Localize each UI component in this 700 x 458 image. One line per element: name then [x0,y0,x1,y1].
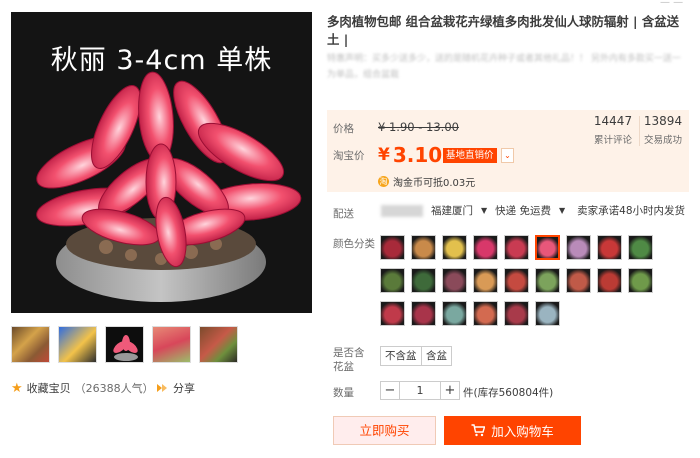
color-label: 颜色分类 [333,238,375,250]
thumbnail-3-image [106,327,143,362]
original-price: ¥ 1.90 - 13.00 [378,120,459,134]
current-price: ¥ 3.10 [378,143,442,167]
coin-value: 0.03元 [443,178,476,189]
share-icon [157,384,167,392]
favorite-label: 收藏宝贝 [26,382,71,395]
color-swatch[interactable] [535,235,560,260]
color-swatch[interactable] [411,235,436,260]
thumbnail-2[interactable] [58,326,97,363]
shipping-info: 福建厦门 ▼ 快递 免运费 ▼ 卖家承诺48小时内发货 [381,203,685,218]
stock-info: 件(库存560804件) [463,387,554,399]
color-swatch[interactable] [380,301,405,326]
coin-text: 淘金币可抵 [393,178,443,189]
color-swatch[interactable] [504,235,529,260]
thumbnail-4[interactable] [152,326,191,363]
cart-icon [471,424,486,437]
taobao-price-label: 淘宝价 [333,150,365,162]
color-swatch[interactable] [535,301,560,326]
share-label: 分享 [173,382,195,395]
share-link[interactable]: 分享 [156,380,195,396]
color-swatch[interactable] [473,235,498,260]
price-tag-badge: 基地直销价 [443,148,497,163]
color-swatch[interactable] [566,235,591,260]
price-label: 价格 [333,123,354,135]
quantity-input[interactable]: 1 [400,381,440,400]
thumbnail-3[interactable] [105,326,144,363]
color-swatch[interactable] [535,268,560,293]
color-swatch[interactable] [504,301,529,326]
image-caption: 秋丽 3-4cm 单株 [50,45,273,76]
thumbnail-strip [11,326,238,363]
color-swatch[interactable] [473,301,498,326]
chevron-down-icon[interactable]: ▼ [481,206,487,215]
coin-discount: 淘 淘金币可抵 0.03元 [378,174,475,189]
subtitle-line-1: 特惠声明：买多少送多少，送的是随机花卉种子或者其他礼品！！ 另外内有多款买一送一 [327,54,681,64]
thumbnail-5[interactable] [199,326,238,363]
deals-label: 交易成功 [643,135,682,146]
buy-now-button[interactable]: 立即购买 [333,416,436,445]
shipping-promise: 卖家承诺48小时内发货 [577,205,686,217]
add-to-cart-label: 加入购物车 [491,424,554,439]
quantity-label: 数量 [333,387,354,399]
currency-symbol: ¥ [378,145,390,165]
quantity-stepper: − 1 + [380,381,460,400]
color-swatch[interactable] [628,268,653,293]
reviews-count: 14447 [593,114,633,128]
chevron-down-icon[interactable]: ▼ [559,206,565,215]
thumbnail-1[interactable] [11,326,50,363]
color-swatch[interactable] [380,268,405,293]
coin-icon: 淘 [378,176,389,187]
color-swatch[interactable] [504,268,529,293]
deals-count: 13894 [643,114,683,128]
subtitle-line-2: 为单品，组合盆栽 [327,70,400,80]
pot-label: 是否含花盆 [333,347,365,373]
favorite-count: （26388人气） [74,382,154,395]
color-swatch[interactable] [442,268,467,293]
color-swatch[interactable] [473,268,498,293]
color-swatch[interactable] [597,235,622,260]
color-swatch[interactable] [442,235,467,260]
color-swatch[interactable] [411,301,436,326]
chevron-down-icon[interactable]: ⌄ [501,148,514,163]
color-swatch[interactable] [411,268,436,293]
quantity-plus-button[interactable]: + [440,381,460,400]
color-swatch[interactable] [597,268,622,293]
favorite-link[interactable]: ★ 收藏宝贝 （26388人气） [11,380,154,396]
reviews-stat[interactable]: 14447 累计评论 [588,114,638,146]
add-to-cart-button[interactable]: 加入购物车 [444,416,581,445]
main-product-image: 秋丽 3-4cm 单株 [11,12,312,313]
shipping-label: 配送 [333,208,354,220]
shipping-express[interactable]: 快递 免运费 [495,203,551,218]
star-icon: ★ [11,380,23,396]
reviews-label: 累计评论 [593,135,632,146]
blurred-origin [381,204,423,217]
color-swatch[interactable] [566,268,591,293]
quantity-minus-button[interactable]: − [380,381,400,400]
color-swatch[interactable] [380,235,405,260]
option-with-pot[interactable]: 含盆 [421,346,452,366]
product-subtitle: 特惠声明：买多少送多少，送的是随机花卉种子或者其他礼品！！ 另外内有多款买一送一… [327,51,687,83]
deals-stat: 13894 交易成功 [640,114,686,146]
top-edge-text: — — [660,0,684,8]
price-box: 价格 ¥ 1.90 - 13.00 淘宝价 ¥ 3.10 基地直销价 ⌄ 144… [327,110,689,192]
option-no-pot[interactable]: 不含盆 [380,346,422,366]
product-title: 多肉植物包邮 组合盆栽花卉绿植多肉批发仙人球防辐射 | 含盆送土 | [327,14,680,47]
color-swatch[interactable] [442,301,467,326]
current-price-value: 3.10 [392,143,443,167]
shipping-from[interactable]: 福建厦门 [431,203,473,218]
color-swatch[interactable] [628,235,653,260]
